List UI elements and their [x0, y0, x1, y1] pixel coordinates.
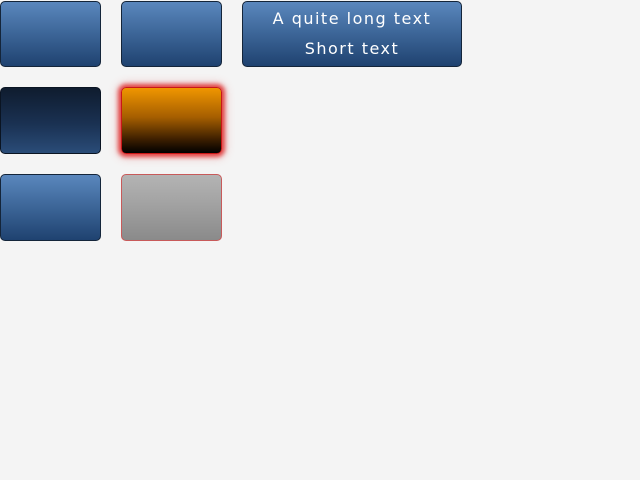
pressed-button[interactable]	[0, 87, 101, 154]
text-button-line-2: Short text	[304, 39, 400, 58]
focused-hover-button[interactable]	[121, 87, 222, 154]
text-button[interactable]: A quite long text Short text	[242, 1, 462, 67]
disabled-button	[121, 174, 222, 241]
button-test-canvas: A quite long text Short text	[0, 0, 640, 480]
blue-button-r1c2[interactable]	[121, 1, 222, 67]
blue-button-r1c1[interactable]	[0, 1, 101, 67]
text-button-line-1: A quite long text	[272, 9, 432, 28]
blue-button-r3c1[interactable]	[0, 174, 101, 241]
